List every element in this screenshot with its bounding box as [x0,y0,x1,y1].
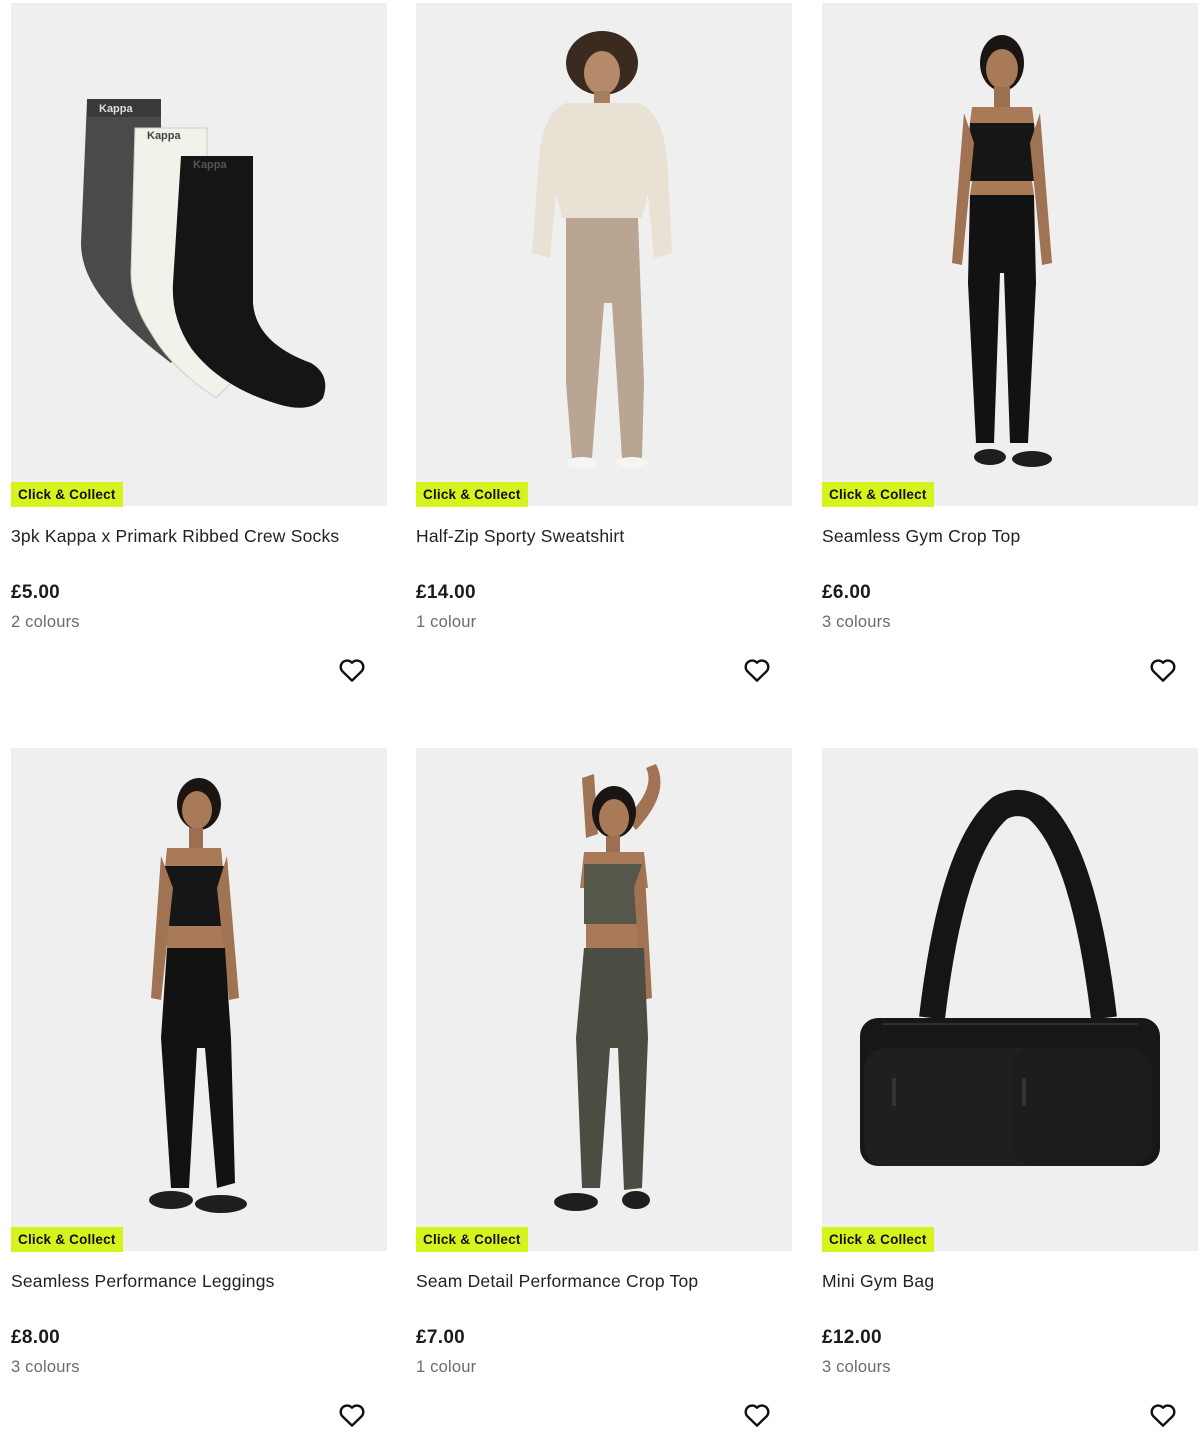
product-title[interactable]: Half-Zip Sporty Sweatshirt [416,526,792,547]
click-collect-badge: Click & Collect [11,482,123,507]
product-price: £12.00 [822,1327,882,1348]
product-image[interactable] [822,3,1198,506]
svg-text:Kappa: Kappa [99,103,134,115]
click-collect-badge: Click & Collect [822,482,934,507]
wishlist-heart-button[interactable] [740,653,774,687]
click-collect-badge: Click & Collect [822,1227,934,1252]
model-seam-crop-top-image [554,764,661,1211]
product-image[interactable] [11,748,387,1251]
click-collect-badge: Click & Collect [416,482,528,507]
model-crop-top-image [952,35,1052,467]
model-sweatshirt-image [532,31,672,469]
product-title[interactable]: Seam Detail Performance Crop Top [416,1271,792,1292]
product-title[interactable]: Seamless Gym Crop Top [822,526,1198,547]
heart-icon [339,659,365,682]
svg-text:Kappa: Kappa [193,159,228,171]
gym-bag-image [860,790,1160,1166]
click-collect-badge: Click & Collect [416,1227,528,1252]
colour-count: 3 colours [822,613,891,631]
product-image[interactable]: Kappa Kappa Kappa [11,3,387,506]
product-image[interactable] [416,3,792,506]
socks-image: Kappa Kappa Kappa [81,99,326,408]
heart-icon [1150,659,1176,682]
product-title[interactable]: Mini Gym Bag [822,1271,1198,1292]
wishlist-heart-button[interactable] [740,1398,774,1432]
heart-icon [744,1404,770,1427]
click-collect-badge: Click & Collect [11,1227,123,1252]
colour-count: 1 colour [416,613,477,631]
product-price: £8.00 [11,1327,61,1348]
svg-text:Kappa: Kappa [147,130,182,142]
model-leggings-image [149,778,247,1213]
product-image[interactable] [416,748,792,1251]
product-price: £5.00 [11,582,61,603]
product-image[interactable] [822,748,1198,1251]
colour-count: 3 colours [822,1358,891,1376]
colour-count: 1 colour [416,1358,477,1376]
product-title[interactable]: Seamless Performance Leggings [11,1271,387,1292]
wishlist-heart-button[interactable] [1146,1398,1180,1432]
colour-count: 2 colours [11,613,80,631]
wishlist-heart-button[interactable] [1146,653,1180,687]
product-price: £7.00 [416,1327,466,1348]
heart-icon [744,659,770,682]
product-price: £6.00 [822,582,872,603]
heart-icon [1150,1404,1176,1427]
product-price: £14.00 [416,582,476,603]
product-title[interactable]: 3pk Kappa x Primark Ribbed Crew Socks [11,526,387,547]
colour-count: 3 colours [11,1358,80,1376]
heart-icon [339,1404,365,1427]
wishlist-heart-button[interactable] [335,653,369,687]
wishlist-heart-button[interactable] [335,1398,369,1432]
